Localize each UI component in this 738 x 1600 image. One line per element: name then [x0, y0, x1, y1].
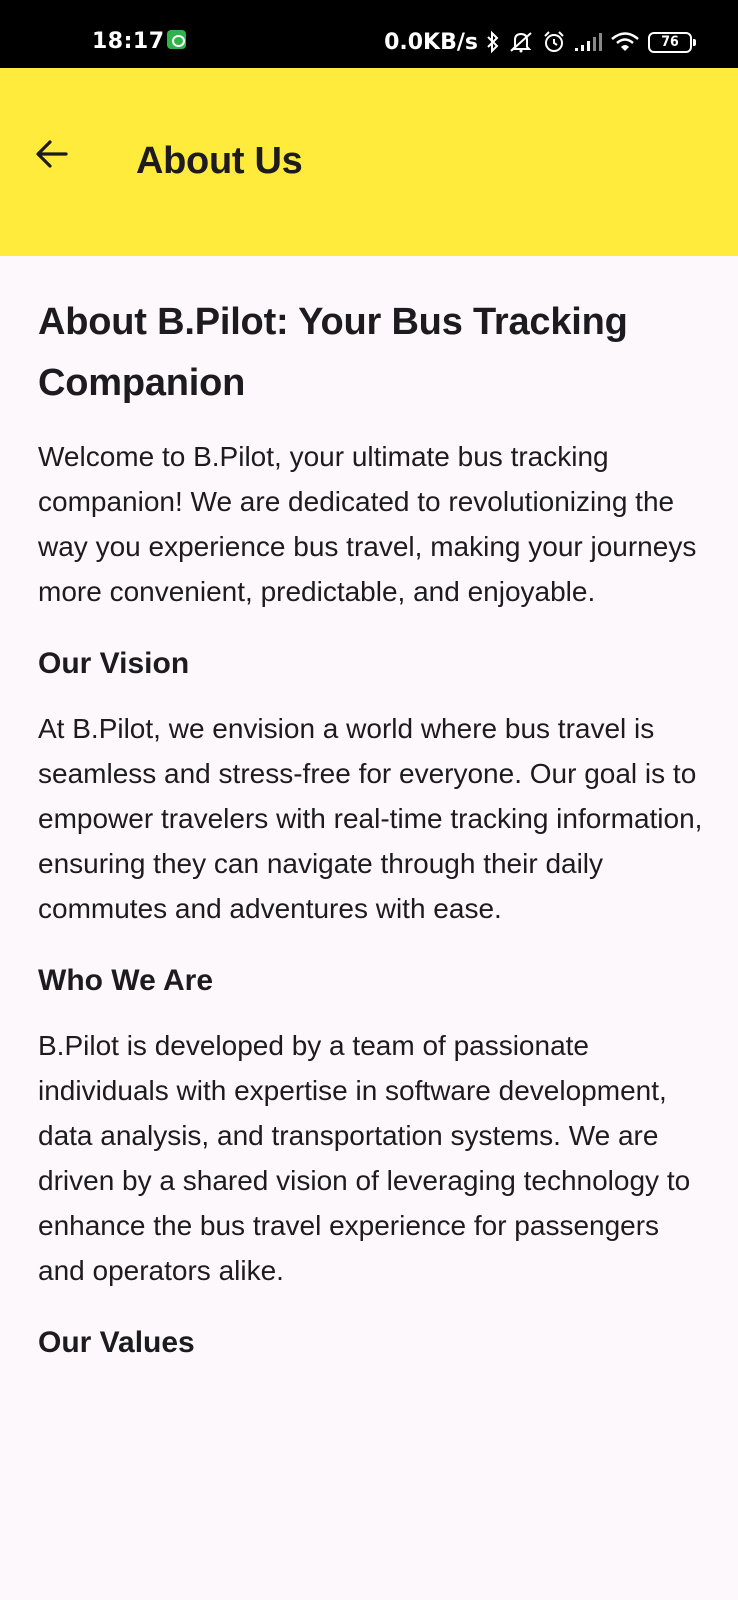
- battery-icon: 76: [648, 31, 696, 53]
- signal-icon: [574, 32, 602, 52]
- page-title: About Us: [136, 140, 303, 182]
- intro-paragraph: Welcome to B.Pilot, your ultimate bus tr…: [38, 441, 697, 607]
- main-heading: About B.Pilot: Your Bus Tracking Compani…: [38, 301, 628, 404]
- app-notification-icon: [167, 30, 186, 49]
- section-text-who-we-are: B.Pilot is developed by a team of passio…: [38, 1030, 691, 1286]
- battery-level: 76: [661, 34, 679, 50]
- back-button[interactable]: [24, 128, 80, 184]
- mute-icon: [508, 30, 534, 54]
- section-text-vision: At B.Pilot, we envision a world where bu…: [38, 713, 703, 924]
- wifi-icon: [610, 31, 640, 53]
- status-bar: 18:17 0.0KB/s 76: [0, 0, 738, 68]
- alarm-icon: [542, 30, 566, 54]
- section-title-values: Our Values: [38, 1326, 195, 1359]
- bluetooth-icon: [486, 30, 500, 54]
- status-time: 18:17: [92, 29, 165, 54]
- arrow-back-icon: [35, 139, 69, 174]
- about-content: About B.Pilot: Your Bus Tracking Compani…: [38, 292, 708, 1363]
- app-bar: [0, 68, 738, 256]
- section-title-who-we-are: Who We Are: [38, 964, 214, 997]
- network-speed: 0.0KB/s: [384, 29, 478, 55]
- status-indicators: 0.0KB/s 76: [384, 27, 696, 57]
- section-title-vision: Our Vision: [38, 647, 190, 680]
